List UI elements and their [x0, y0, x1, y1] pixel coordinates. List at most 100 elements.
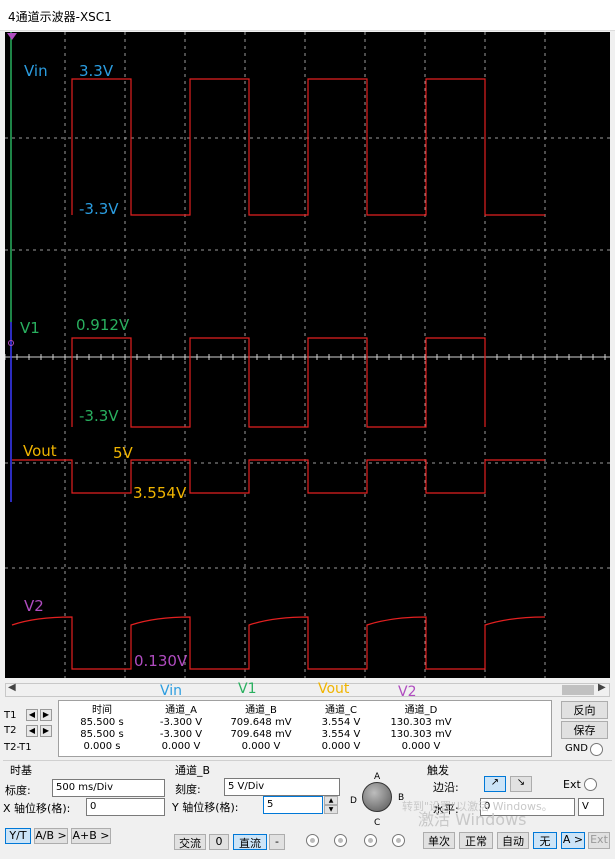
vin-high-label: 3.3V	[79, 62, 114, 80]
cell: 0.000 s	[83, 740, 121, 752]
t2-row-label: T2	[4, 725, 17, 736]
channel-title: 通道_B	[175, 764, 211, 777]
t1-right-arrow-icon[interactable]: ▶	[40, 709, 52, 721]
probe-radio-3[interactable]	[364, 834, 377, 847]
probe-radio-4[interactable]	[392, 834, 405, 847]
knob-a-label: A	[374, 772, 381, 782]
mode-a-plus-b-button[interactable]: A+B >	[71, 828, 111, 844]
v2-label: V2	[24, 597, 44, 615]
reverse-button[interactable]: 反向	[561, 701, 608, 719]
trigger-ext-button[interactable]: Ext	[588, 832, 610, 849]
cell: -3.300 V	[159, 716, 203, 728]
col-channel-d: 通道_D	[404, 705, 438, 716]
cell: 0.000 V	[161, 740, 201, 752]
col-channel-c: 通道_C	[325, 705, 357, 716]
vin-trace	[71, 78, 545, 216]
t2-t1-row-label: T2-T1	[4, 742, 32, 753]
trigger-a-button[interactable]: A >	[561, 832, 585, 849]
vin-low-label: -3.3V	[79, 200, 119, 218]
y-offset-field[interactable]: 5	[263, 796, 323, 814]
cell: 709.648 mV	[230, 716, 292, 728]
t1-row-label: T1	[4, 710, 17, 721]
gnd-label: GND	[565, 743, 588, 754]
channel-scale-label: 刻度:	[175, 783, 201, 796]
title-bar: 4通道示波器-XSC1	[0, 0, 615, 31]
vin-label: Vin	[24, 62, 48, 80]
t1-left-arrow-icon[interactable]: ◀	[26, 709, 38, 721]
probe-radio-2[interactable]	[334, 834, 347, 847]
readout-header-row: 时间 通道_A 通道_B 通道_C 通道_D	[63, 701, 461, 716]
cell: -3.300 V	[159, 728, 203, 740]
y-offset-spin-down-icon[interactable]: ▼	[324, 805, 338, 814]
edge-falling-icon[interactable]: ↘	[510, 776, 532, 792]
cell: 0.000 V	[241, 740, 281, 752]
channel-a-header: Vin	[160, 683, 183, 699]
oscilloscope-screen[interactable]: Vin 3.3V -3.3V V1 0.912V -3.3V Vout 5V 3…	[5, 32, 610, 678]
vout-trace	[12, 459, 545, 494]
knob-c-label: C	[374, 818, 381, 828]
trigger-position-marker	[7, 33, 17, 40]
channel-d-header: V2	[398, 684, 417, 700]
edge-rising-icon[interactable]: ↗	[484, 776, 506, 792]
x-offset-label: X 轴位移(格):	[3, 802, 71, 815]
channel-selector-knob[interactable]	[362, 782, 392, 812]
trigger-level-unit[interactable]: V	[578, 798, 604, 816]
save-button[interactable]: 保存	[561, 721, 608, 739]
trigger-none-button[interactable]: 无	[533, 832, 557, 849]
coupling-minus-button[interactable]: -	[269, 834, 285, 850]
scroll-right-icon[interactable]: ▶	[598, 682, 606, 693]
trigger-ext-label: Ext	[563, 778, 581, 791]
trigger-auto-button[interactable]: 自动	[497, 832, 529, 849]
col-channel-b: 通道_B	[245, 705, 277, 716]
timebase-scale-label: 标度:	[5, 784, 31, 797]
cell: 130.303 mV	[390, 728, 452, 740]
trigger-single-button[interactable]: 单次	[423, 832, 455, 849]
trigger-edge-label: 边沿:	[433, 781, 459, 794]
activation-watermark-text: 转到"设置"以激活 Windows。	[402, 800, 553, 813]
y-offset-spin-up-icon[interactable]: ▲	[324, 796, 338, 805]
channel-scale-field[interactable]: 5 V/Div	[224, 778, 340, 796]
timebase-title: 时基	[10, 764, 32, 777]
t2-right-arrow-icon[interactable]: ▶	[40, 725, 52, 737]
cursor-readout-panel: 时间 通道_A 通道_B 通道_C 通道_D 85.500 s -3.300 V…	[58, 700, 552, 757]
v2-low-label: 0.130V	[134, 652, 188, 670]
col-channel-a: 通道_A	[165, 705, 197, 716]
knob-d-label: D	[350, 796, 357, 806]
trigger-ext-radio[interactable]	[584, 778, 597, 791]
readout-table: 时间 通道_A 通道_B 通道_C 通道_D 85.500 s -3.300 V…	[63, 701, 461, 752]
y-offset-label: Y 轴位移(格):	[172, 801, 239, 814]
readout-row-t2-t1: 0.000 s 0.000 V 0.000 V 0.000 V 0.000 V	[63, 740, 461, 752]
channel-c-header: Vout	[318, 681, 350, 697]
trigger-normal-button[interactable]: 正常	[459, 832, 493, 849]
v1-low-label: -3.3V	[79, 407, 119, 425]
cell: 3.554 V	[321, 728, 361, 740]
scroll-left-icon[interactable]: ◀	[8, 682, 16, 693]
vout-label: Vout	[23, 442, 57, 460]
v1-label: V1	[20, 319, 40, 337]
v2-trace	[11, 616, 546, 670]
cell: 0.000 V	[401, 740, 441, 752]
horizontal-scrollbar[interactable]: ◀ ▶	[5, 682, 610, 697]
panel-divider	[3, 760, 612, 761]
probe-radio-1[interactable]	[306, 834, 319, 847]
coupling-dc-button[interactable]: 直流	[233, 834, 267, 850]
mode-ab-button[interactable]: A/B >	[34, 828, 68, 844]
coupling-ac-button[interactable]: 交流	[174, 834, 206, 850]
channel-b-header: V1	[238, 681, 257, 697]
gnd-radio[interactable]	[590, 743, 603, 756]
waveform-display	[5, 32, 610, 678]
scroll-thumb[interactable]	[562, 685, 594, 695]
timebase-scale-field[interactable]: 500 ms/Div	[52, 779, 165, 797]
vout-low-label: 3.554V	[133, 484, 187, 502]
mode-yt-button[interactable]: Y/T	[5, 828, 31, 844]
col-time: 时间	[92, 705, 112, 716]
cell: 130.303 mV	[390, 716, 452, 728]
readout-row-t2: 85.500 s -3.300 V 709.648 mV 3.554 V 130…	[63, 728, 461, 740]
cell: 0.000 V	[321, 740, 361, 752]
cell: 85.500 s	[80, 728, 124, 740]
t2-left-arrow-icon[interactable]: ◀	[26, 725, 38, 737]
readout-row-t1: 85.500 s -3.300 V 709.648 mV 3.554 V 130…	[63, 716, 461, 728]
coupling-zero-button[interactable]: 0	[209, 834, 229, 850]
cell: 3.554 V	[321, 716, 361, 728]
x-offset-field[interactable]: 0	[86, 798, 165, 816]
